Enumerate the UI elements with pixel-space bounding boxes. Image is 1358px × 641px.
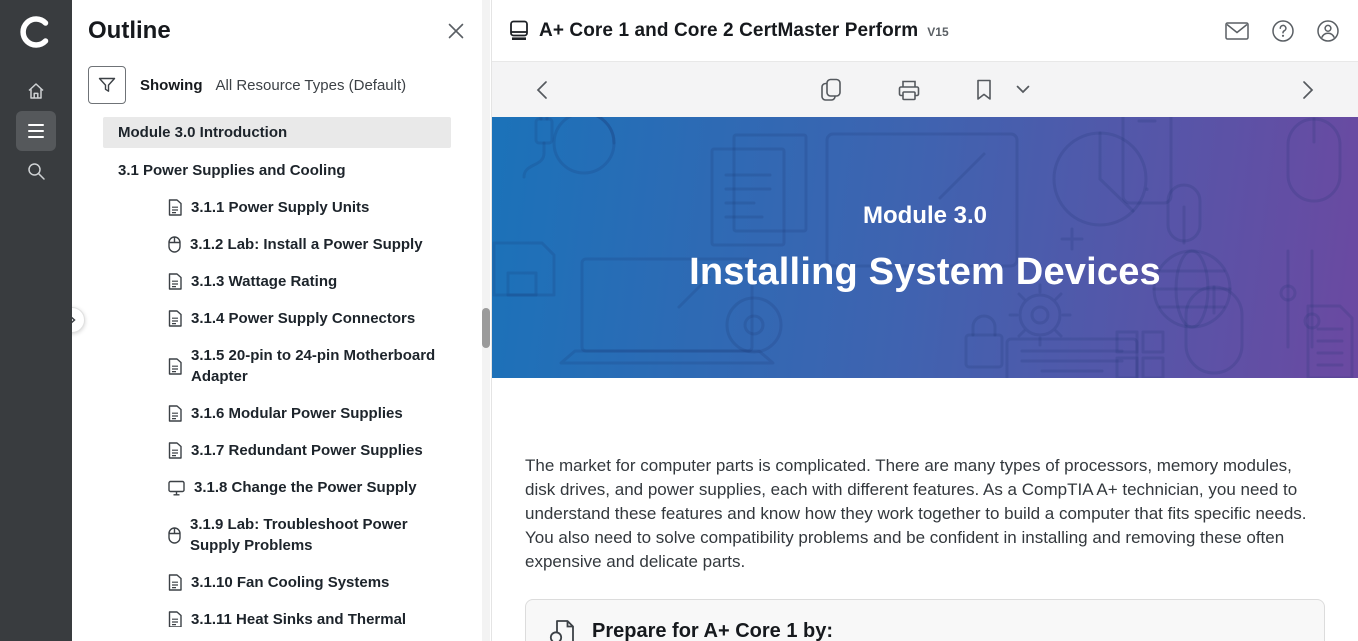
funnel-icon [97, 75, 117, 95]
outline-item-3-1-5[interactable]: 3.1.5 20-pin to 24-pin Motherboard Adapt… [103, 337, 451, 395]
prepare-heading: Prepare for A+ Core 1 by: [592, 620, 833, 641]
document-icon [168, 611, 182, 627]
messages-button[interactable] [1223, 20, 1251, 42]
document-search-icon [549, 617, 578, 641]
prepare-card: Prepare for A+ Core 1 by: [525, 599, 1325, 641]
lesson-body: The market for computer parts is complic… [492, 378, 1358, 641]
copy-icon [820, 78, 842, 102]
outline-item-3-1-1[interactable]: 3.1.1 Power Supply Units [103, 189, 451, 226]
close-icon [447, 22, 465, 40]
filter-row: Showing All Resource Types (Default) [88, 66, 491, 104]
outline-item-3-1-7[interactable]: 3.1.7 Redundant Power Supplies [103, 432, 451, 469]
outline-item-3-1-8[interactable]: 3.1.8 Change the Power Supply [103, 469, 451, 506]
bookmark-icon [976, 79, 992, 101]
home-button[interactable] [16, 71, 56, 111]
comptia-logo[interactable] [14, 10, 58, 54]
hero-module-title: Installing System Devices [689, 251, 1161, 294]
outline-item-label: 3.1 Power Supplies and Cooling [118, 160, 346, 181]
monitor-icon [168, 480, 185, 496]
outline-panel: Outline Showing All Resource Types (Defa… [72, 0, 492, 641]
course-book-icon [509, 20, 529, 41]
home-icon [26, 81, 46, 101]
mouse-icon [168, 236, 181, 253]
caret-down-icon [1016, 85, 1030, 94]
left-rail [0, 0, 72, 641]
outline-scrollbar-thumb[interactable] [482, 308, 490, 348]
hero-module-label: Module 3.0 [863, 202, 987, 230]
outline-item-label: 3.1.8 Change the Power Supply [194, 477, 417, 498]
document-icon [168, 358, 182, 375]
help-button[interactable] [1270, 18, 1296, 44]
outline-item-module-3-0[interactable]: Module 3.0 Introduction [103, 117, 451, 148]
outline-item-label: 3.1.2 Lab: Install a Power Supply [190, 234, 423, 255]
document-icon [168, 442, 182, 459]
help-icon [1272, 20, 1294, 42]
copy-button[interactable] [816, 74, 846, 106]
mail-icon [1225, 22, 1249, 40]
outline-item-3-1-11[interactable]: 3.1.11 Heat Sinks and Thermal [103, 601, 451, 627]
lesson-toolbar [492, 62, 1358, 117]
outline-item-3-1-9[interactable]: 3.1.9 Lab: Troubleshoot Power Supply Pro… [103, 506, 451, 564]
intro-paragraph: The market for computer parts is complic… [525, 454, 1325, 574]
account-icon [1317, 20, 1339, 42]
outline-item-3-1-6[interactable]: 3.1.6 Modular Power Supplies [103, 395, 451, 432]
search-icon [26, 161, 46, 181]
filter-value: All Resource Types (Default) [216, 77, 407, 94]
bookmark-button[interactable] [972, 75, 996, 105]
outline-item-label: 3.1.1 Power Supply Units [191, 197, 369, 218]
document-icon [168, 199, 182, 216]
document-icon [168, 574, 182, 591]
course-version-badge: V15 [927, 25, 948, 39]
chevron-right-icon [1302, 80, 1314, 100]
outline-item-label: 3.1.3 Wattage Rating [191, 271, 337, 292]
outline-item-3-1-4[interactable]: 3.1.4 Power Supply Connectors [103, 300, 451, 337]
outline-item-label: 3.1.4 Power Supply Connectors [191, 308, 415, 329]
print-icon [897, 78, 921, 102]
menu-icon [26, 123, 46, 139]
previous-page-button[interactable] [532, 76, 552, 104]
chevron-left-icon [536, 80, 548, 100]
course-title: A+ Core 1 and Core 2 CertMaster Perform [539, 20, 918, 42]
module-hero-banner: Module 3.0 Installing System Devices [492, 117, 1358, 378]
outline-item-3-1-10[interactable]: 3.1.10 Fan Cooling Systems [103, 564, 451, 601]
outline-menu-button[interactable] [16, 111, 56, 151]
outline-item-label: Module 3.0 Introduction [118, 122, 287, 143]
filter-showing-label: Showing [140, 77, 203, 94]
print-button[interactable] [893, 74, 925, 106]
outline-list: Module 3.0 Introduction 3.1 Power Suppli… [103, 117, 451, 627]
outline-item-label: 3.1.6 Modular Power Supplies [191, 403, 403, 424]
close-outline-button[interactable] [447, 22, 465, 40]
next-page-button[interactable] [1298, 76, 1318, 104]
outline-item-label: 3.1.11 Heat Sinks and Thermal [191, 609, 406, 627]
filter-button[interactable] [88, 66, 126, 104]
outline-item-3-1[interactable]: 3.1 Power Supplies and Cooling [103, 152, 451, 189]
account-button[interactable] [1315, 18, 1341, 44]
course-header: A+ Core 1 and Core 2 CertMaster Perform … [492, 0, 1358, 62]
logo-c-icon [18, 14, 54, 50]
document-icon [168, 310, 182, 327]
document-icon [168, 405, 182, 422]
search-button[interactable] [16, 151, 56, 191]
document-icon [168, 273, 182, 290]
outline-item-label: 3.1.10 Fan Cooling Systems [191, 572, 389, 593]
outline-item-label: 3.1.5 20-pin to 24-pin Motherboard Adapt… [191, 345, 443, 387]
outline-item-label: 3.1.9 Lab: Troubleshoot Power Supply Pro… [190, 514, 443, 556]
main-content: A+ Core 1 and Core 2 CertMaster Perform … [492, 0, 1358, 641]
bookmark-menu-button[interactable] [1012, 81, 1034, 98]
mouse-icon [168, 527, 181, 544]
outline-item-label: 3.1.7 Redundant Power Supplies [191, 440, 423, 461]
app-window: Outline Showing All Resource Types (Defa… [0, 0, 1358, 641]
outline-item-3-1-3[interactable]: 3.1.3 Wattage Rating [103, 263, 451, 300]
outline-item-3-1-2[interactable]: 3.1.2 Lab: Install a Power Supply [103, 226, 451, 263]
outline-panel-title: Outline [88, 17, 171, 45]
